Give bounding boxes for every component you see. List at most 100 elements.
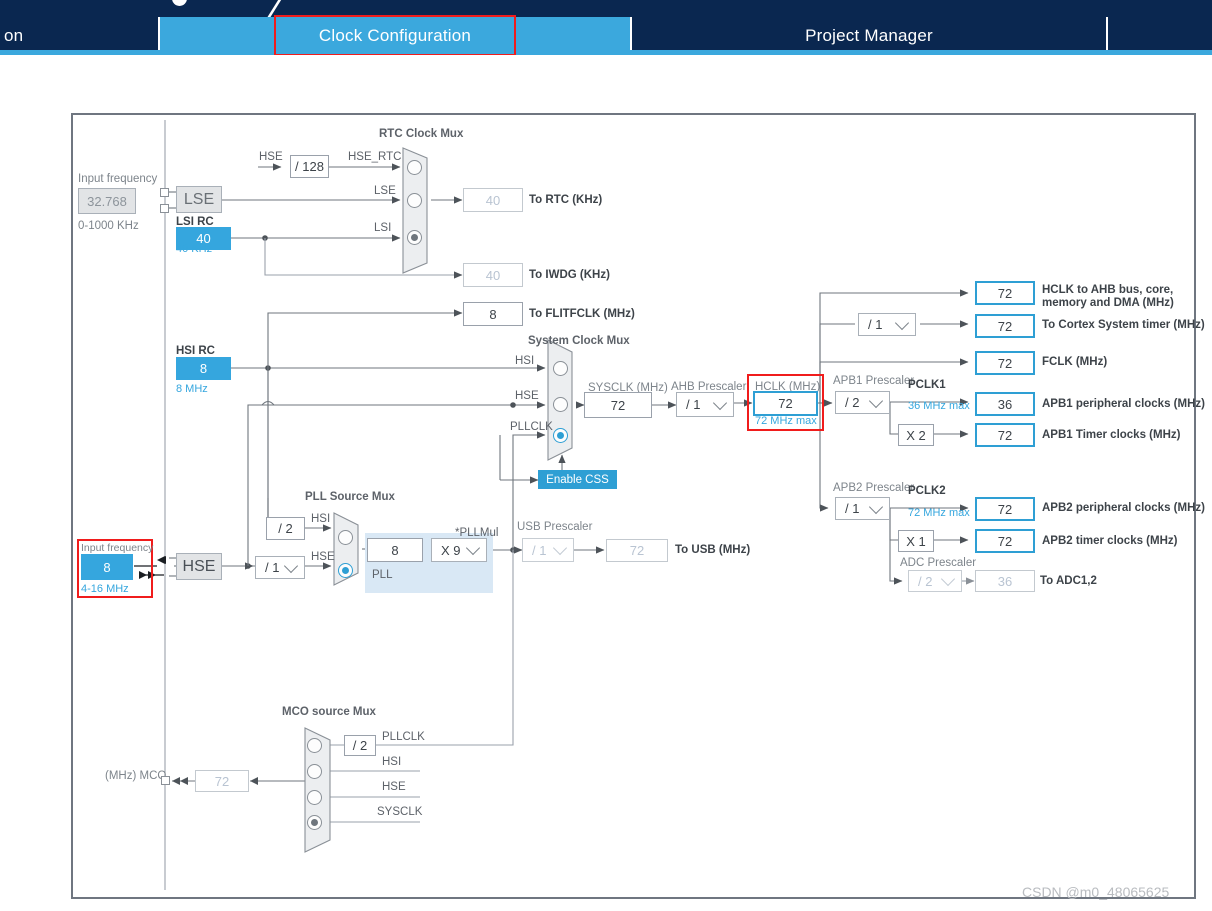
mcomux-input-hse-label: HSE [382,781,406,793]
pclk2-label: PCLK2 [908,485,946,497]
hsi-rc-title: HSI RC [176,345,215,357]
mco-label: (MHz) MCO [105,770,167,782]
tab-project-manager[interactable]: Project Manager [632,17,1106,54]
rtc-mux-option-hse-rtc[interactable] [407,160,422,175]
to-adc-value: 36 [975,570,1035,592]
pll-hsi-divider: / 2 [266,517,305,540]
apb1-prescaler-label: APB1 Prescaler [833,375,915,387]
cortex-systick-value: 72 [975,314,1035,338]
chevron-down-icon [465,540,481,556]
apb1-timer-value: 72 [975,423,1035,447]
sysmux-input-hse-label: HSE [515,390,539,402]
mcomux-input-hsi-label: HSI [382,756,402,768]
system-clock-mux-option-hse[interactable] [553,397,568,412]
mcomux-input-pllclk-label: PLLCLK [382,731,425,743]
pll-hse-divider-select[interactable]: / 1 [255,556,305,579]
apb1-prescaler-select[interactable]: / 2 [835,391,890,414]
to-iwdg-label: To IWDG (KHz) [529,269,610,281]
apb1-prescaler-value: / 2 [845,395,860,410]
lse-pin-in [160,188,169,197]
adc-prescaler-select[interactable]: / 2 [908,570,962,592]
sysclk-value: 72 [584,392,652,418]
to-rtc-label: To RTC (KHz) [529,194,603,206]
lse-input-frequency-field[interactable]: 32.768 [78,188,136,214]
ahb-prescaler-value: / 1 [686,397,701,412]
tab-pinout-configuration[interactable]: on [0,17,158,54]
pll-source-mux-option-hsi[interactable] [338,530,353,545]
pllmul-select[interactable]: X 9 [431,538,487,562]
hse-range-label: 4-16 MHz [81,583,129,595]
hse-input-frequency-field[interactable]: 8 [81,554,133,580]
system-clock-mux-option-hsi[interactable] [553,361,568,376]
chevron-down-icon [552,540,568,556]
apb1-timer-label: APB1 Timer clocks (MHz) [1042,429,1181,441]
usb-prescaler-label: USB Prescaler [517,521,593,533]
tab-label: Clock Configuration [318,25,472,45]
main-tab-bar: on Clock Configuration Project Manager [0,17,1212,67]
chevron-down-icon [868,499,884,514]
lse-oscillator-block[interactable]: LSE [176,186,222,213]
hse-rtc-source-label: HSE [259,151,283,163]
to-usb-value: 72 [606,539,668,562]
rtc-clock-mux-title: RTC Clock Mux [379,128,464,140]
pllmux-input-hsi-label: HSI [311,513,331,525]
adc-prescaler-value: / 2 [918,573,933,589]
lse-pin-out [160,204,169,213]
apb2-prescaler-label: APB2 Prescaler [833,482,915,494]
enable-css-button[interactable]: Enable CSS [538,470,617,489]
pll-source-mux-option-hse[interactable] [338,563,353,578]
hsi-value-field[interactable]: 8 [176,357,231,380]
pll-group-label: PLL [372,569,393,581]
stm-logo-dot-icon [172,0,187,6]
clock-toolbar: Resolve Clock Issues [0,55,1212,143]
mco-pllclk-divider: / 2 [344,735,376,756]
pllmul-value: X 9 [441,542,461,558]
cortex-systick-prescaler-value: / 1 [868,317,883,332]
apb1-peripheral-value: 36 [975,392,1035,416]
apb1-timer-multiplier: X 2 [898,424,934,446]
pll-source-mux-title: PLL Source Mux [305,491,395,503]
sysmux-input-pllclk-label: PLLCLK [510,421,553,433]
stm-logo-swoosh-icon [265,0,344,17]
hclk-value-field[interactable]: 72 [753,391,818,416]
hclk-ahb-label-line1: HCLK to AHB bus, core, [1042,284,1174,296]
ahb-prescaler-select[interactable]: / 1 [676,392,734,417]
hsi-unit-label: 8 MHz [176,383,208,395]
apb2-peripheral-label: APB2 peripheral clocks (MHz) [1042,502,1205,514]
lsi-signal-label: LSI [374,222,392,234]
hclk-ahb-label-line2: memory and DMA (MHz) [1042,297,1174,309]
mco-mux-option-pllclk[interactable] [307,738,322,753]
tab-clock-configuration[interactable]: Clock Configuration [160,17,630,54]
fclk-label: FCLK (MHz) [1042,356,1108,368]
mco-mux-option-hse[interactable] [307,790,322,805]
cortex-systick-label: To Cortex System timer (MHz) [1042,319,1205,331]
lsi-unit-label: 40 KHz [176,243,213,255]
apb2-prescaler-value: / 1 [845,501,860,516]
chevron-down-icon [712,395,728,410]
usb-prescaler-select[interactable]: / 1 [522,538,574,562]
cortex-systick-prescaler-select[interactable]: / 1 [858,313,916,336]
mco-mux-option-hsi[interactable] [307,764,322,779]
hse-input-frequency-label: Input frequency [81,542,154,554]
apb2-prescaler-select[interactable]: / 1 [835,497,890,520]
apb2-timer-value: 72 [975,529,1035,553]
hclk-max-label: 72 MHz max [755,415,817,427]
to-usb-label: To USB (MHz) [675,544,751,556]
system-clock-mux-title: System Clock Mux [528,335,630,347]
adc-prescaler-label: ADC Prescaler [900,557,977,569]
to-iwdg-value: 40 [463,263,523,287]
lse-input-frequency-label: Input frequency [78,173,158,185]
mco-mux-option-sysclk[interactable] [307,815,322,830]
system-clock-mux-option-pllclk[interactable] [553,428,568,443]
apb2-timer-multiplier: X 1 [898,530,934,552]
watermark-text: CSDN @m0_48065625 [1022,884,1170,900]
pclk1-label: PCLK1 [908,379,946,391]
rtc-mux-option-lse[interactable] [407,193,422,208]
rtc-mux-option-lsi[interactable] [407,230,422,245]
tab-tools[interactable] [1108,17,1212,54]
hse-oscillator-block[interactable]: HSE [176,553,222,580]
app-banner [0,0,1212,17]
apb1-max-label: 36 MHz max [908,400,970,412]
hclk-ahb-value: 72 [975,281,1035,305]
to-flitfclk-value: 8 [463,302,523,326]
